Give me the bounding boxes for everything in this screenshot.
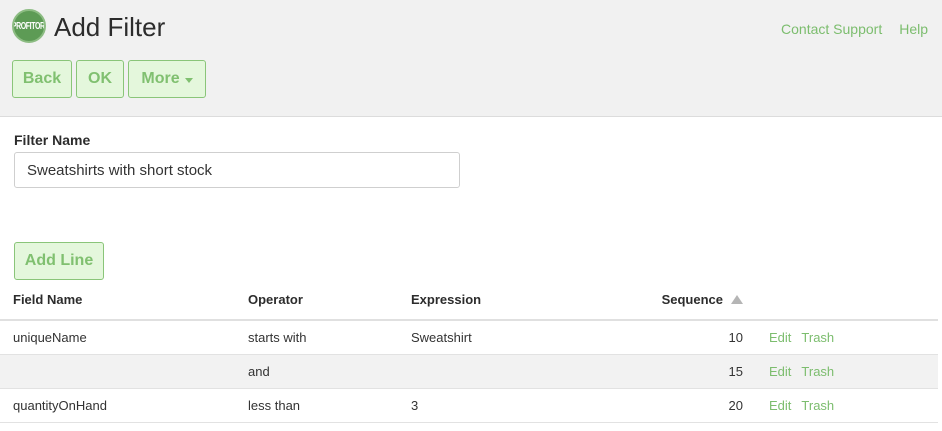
cell-expression: Sweatshirt xyxy=(411,320,608,355)
contact-support-link[interactable]: Contact Support xyxy=(781,20,882,38)
cell-operator: less than xyxy=(248,388,411,423)
table-row: and 15 Edit Trash xyxy=(0,354,938,389)
cell-sequence: 15 xyxy=(608,354,755,389)
more-button-label: More xyxy=(141,70,180,87)
edit-link[interactable]: Edit xyxy=(769,398,791,413)
column-header-operator[interactable]: Operator xyxy=(248,280,411,321)
top-links: Contact Support Help xyxy=(781,20,928,38)
profitori-logo: PROFITORI xyxy=(12,9,46,43)
cell-sequence: 10 xyxy=(608,320,755,355)
cell-expression: 3 xyxy=(411,388,608,423)
trash-link[interactable]: Trash xyxy=(801,330,834,345)
column-header-expression[interactable]: Expression xyxy=(411,280,608,321)
table-row: quantityOnHand less than 3 20 Edit Trash xyxy=(0,388,938,423)
more-dropdown-button[interactable]: More xyxy=(128,60,206,98)
page-title: Add Filter xyxy=(54,12,166,42)
sort-ascending-icon xyxy=(731,295,743,304)
cell-field-name: uniqueName xyxy=(0,320,248,355)
edit-link[interactable]: Edit xyxy=(769,330,791,345)
filter-name-label: Filter Name xyxy=(14,132,91,148)
table-header-row: Field Name Operator Expression Sequence xyxy=(0,280,938,321)
logo-text: PROFITORI xyxy=(12,20,46,32)
cell-actions: Edit Trash xyxy=(755,388,938,423)
table-row: uniqueName starts with Sweatshirt 10 Edi… xyxy=(0,320,938,355)
cell-field-name: quantityOnHand xyxy=(0,388,248,423)
cell-expression xyxy=(411,354,608,389)
trash-link[interactable]: Trash xyxy=(801,364,834,379)
cell-actions: Edit Trash xyxy=(755,354,938,389)
column-header-actions xyxy=(755,280,938,321)
filter-lines-table: Field Name Operator Expression Sequence … xyxy=(0,280,938,423)
help-link[interactable]: Help xyxy=(899,20,928,38)
page-header: PROFITORI Add Filter Contact Support Hel… xyxy=(0,0,942,117)
add-line-button[interactable]: Add Line xyxy=(14,242,104,280)
cell-operator: starts with xyxy=(248,320,411,355)
cell-sequence: 20 xyxy=(608,388,755,423)
caret-down-icon xyxy=(184,77,193,83)
ok-button[interactable]: OK xyxy=(76,60,124,98)
column-header-sequence[interactable]: Sequence xyxy=(608,280,755,321)
cell-operator: and xyxy=(248,354,411,389)
trash-link[interactable]: Trash xyxy=(801,398,834,413)
filter-name-input[interactable] xyxy=(14,152,460,188)
cell-field-name xyxy=(0,354,248,389)
back-button[interactable]: Back xyxy=(12,60,72,98)
column-header-field-name[interactable]: Field Name xyxy=(0,280,248,321)
cell-actions: Edit Trash xyxy=(755,320,938,355)
sequence-header-label: Sequence xyxy=(661,292,723,307)
edit-link[interactable]: Edit xyxy=(769,364,791,379)
